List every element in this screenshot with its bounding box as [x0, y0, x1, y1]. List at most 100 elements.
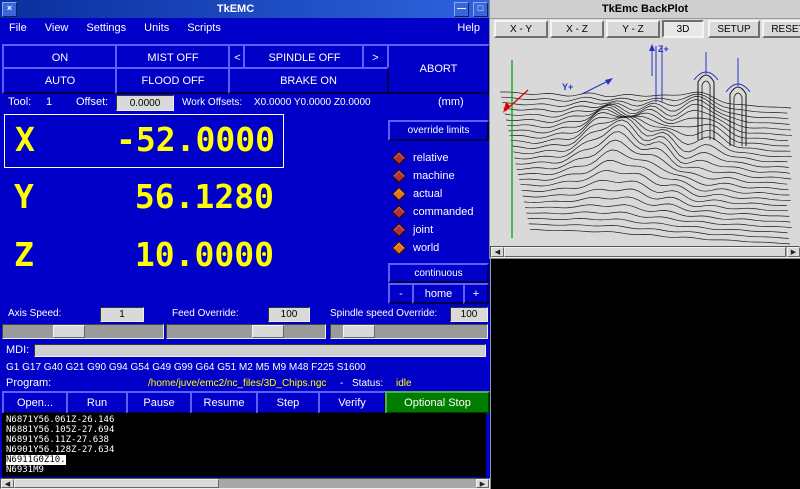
radio-joint[interactable]: joint — [394, 222, 433, 238]
program-path: /home/juve/emc2/nc_files/3D_Chips.ngc — [148, 378, 326, 389]
radio-commanded[interactable]: commanded — [394, 204, 474, 220]
menu-help[interactable]: Help — [447, 18, 490, 38]
listing-active-line: N6911G0Z10. — [6, 455, 66, 465]
radio-relative-label: relative — [413, 152, 448, 164]
spindle-override-value: 100 — [450, 307, 488, 322]
z-axis-label: Z+ — [658, 44, 669, 54]
mdi-input[interactable] — [34, 344, 486, 357]
menu-units[interactable]: Units — [135, 18, 178, 38]
listing-line: N6881Y56.105Z-27.694 — [6, 425, 482, 435]
scrollbar-thumb[interactable] — [504, 247, 786, 257]
jog-plus-button[interactable]: + — [463, 283, 489, 304]
axis-speed-slider-handle[interactable] — [53, 325, 85, 338]
radio-commanded-label: commanded — [413, 206, 474, 218]
tkemc-window: × TkEMC — □ File View Settings Units Scr… — [0, 0, 490, 489]
work-offsets-label: Work Offsets: — [182, 97, 242, 108]
radio-actual-label: actual — [413, 188, 442, 200]
feed-override-slider[interactable] — [166, 324, 326, 339]
tab-setup[interactable]: SETUP — [708, 20, 760, 38]
dro-axis-z[interactable]: Z 10.0000 — [4, 230, 282, 282]
dro-z-letter: Z — [14, 235, 34, 274]
tool-value: 1 — [46, 96, 52, 108]
tool-label: Tool: — [8, 96, 31, 108]
backplot-title: TkEmc BackPlot — [602, 3, 688, 15]
program-listing[interactable]: N6871Y56.061Z-26.146 N6881Y56.105Z-27.69… — [2, 413, 486, 477]
radio-world[interactable]: world — [394, 240, 439, 256]
program-separator: - — [340, 378, 343, 389]
jog-minus-button[interactable]: - — [388, 283, 414, 304]
radio-machine-label: machine — [413, 170, 455, 182]
dro-y-letter: Y — [14, 177, 34, 216]
radio-diamond-icon — [392, 169, 406, 183]
maximize-icon[interactable]: □ — [473, 2, 488, 17]
axis-speed-slider[interactable] — [2, 324, 164, 339]
program-label: Program: — [6, 377, 51, 389]
radio-diamond-icon — [392, 241, 406, 255]
mdi-label: MDI: — [6, 344, 29, 356]
pause-button[interactable]: Pause — [126, 391, 192, 414]
scrollbar-thumb[interactable] — [14, 479, 219, 488]
optional-stop-button[interactable]: Optional Stop — [385, 391, 490, 414]
listing-line: N6901Y56.128Z-27.634 — [6, 445, 482, 455]
backplot-wireframe — [490, 40, 800, 246]
menu-settings[interactable]: Settings — [77, 18, 135, 38]
program-status-label: Status: — [352, 378, 383, 389]
run-button[interactable]: Run — [66, 391, 128, 414]
listing-line: N6931M9 — [6, 465, 482, 475]
dro-x-letter: X — [15, 120, 35, 159]
radio-joint-label: joint — [413, 224, 433, 236]
dro-axis-x[interactable]: X -52.0000 — [4, 114, 284, 168]
spindle-override-slider-handle[interactable] — [343, 325, 375, 338]
tkemc-hscrollbar[interactable]: ◀ ▶ — [0, 478, 490, 489]
backplot-hscrollbar[interactable]: ◀ ▶ — [490, 246, 800, 258]
radio-world-label: world — [413, 242, 439, 254]
verify-button[interactable]: Verify — [318, 391, 386, 414]
menu-file[interactable]: File — [0, 18, 36, 38]
units-label: (mm) — [438, 96, 464, 108]
tkemc-titlebar[interactable]: × TkEMC — □ — [0, 0, 490, 18]
abort-button[interactable]: ABORT — [387, 44, 490, 94]
backplot-canvas[interactable]: Z+ Y+ — [490, 40, 800, 246]
feed-override-value: 100 — [268, 307, 310, 322]
spindle-override-slider[interactable] — [330, 324, 488, 339]
resume-button[interactable]: Resume — [190, 391, 258, 414]
scroll-right-icon[interactable]: ▶ — [476, 479, 489, 488]
dro-axis-y[interactable]: Y 56.1280 — [4, 172, 282, 224]
flood-button[interactable]: FLOOD OFF — [115, 67, 231, 94]
scroll-left-icon[interactable]: ◀ — [491, 247, 504, 257]
window-title: TkEMC — [19, 3, 452, 15]
menubar: File View Settings Units Scripts Help — [0, 18, 490, 38]
radio-relative[interactable]: relative — [394, 150, 448, 166]
backplot-window: TkEmc BackPlot X - Y X - Z Y - Z 3D SETU… — [490, 0, 800, 258]
jog-mode-dropdown[interactable]: continuous — [388, 263, 489, 283]
override-limits-button[interactable]: override limits — [388, 120, 489, 141]
y-axis-label: Y+ — [562, 82, 573, 92]
axis-speed-label: Axis Speed: — [8, 308, 61, 319]
scroll-left-icon[interactable]: ◀ — [1, 479, 14, 488]
backplot-titlebar[interactable]: TkEmc BackPlot — [490, 0, 800, 19]
menu-scripts[interactable]: Scripts — [178, 18, 230, 38]
tab-xy[interactable]: X - Y — [494, 20, 548, 38]
close-icon[interactable]: × — [2, 2, 17, 17]
open-button[interactable]: Open... — [2, 391, 68, 414]
dro-y-value: 56.1280 — [135, 177, 274, 216]
tab-xz[interactable]: X - Z — [550, 20, 604, 38]
step-button[interactable]: Step — [256, 391, 320, 414]
feed-override-slider-handle[interactable] — [252, 325, 284, 338]
radio-machine[interactable]: machine — [394, 168, 455, 184]
brake-button[interactable]: BRAKE ON — [228, 67, 389, 94]
axis-speed-value: 1 — [100, 307, 144, 322]
home-button[interactable]: home — [412, 283, 465, 304]
tab-yz[interactable]: Y - Z — [606, 20, 660, 38]
offset-label: Offset: — [76, 96, 108, 108]
backplot-tabs: X - Y X - Z Y - Z 3D SETUP RESET — [490, 18, 800, 40]
radio-diamond-icon — [392, 151, 406, 165]
tab-3d[interactable]: 3D — [662, 20, 704, 38]
minimize-icon[interactable]: — — [454, 2, 469, 17]
spindle-override-label: Spindle speed Override: — [330, 308, 437, 319]
radio-actual[interactable]: actual — [394, 186, 442, 202]
menu-view[interactable]: View — [36, 18, 78, 38]
auto-button[interactable]: AUTO — [2, 67, 118, 94]
scroll-right-icon[interactable]: ▶ — [787, 247, 800, 257]
tab-reset[interactable]: RESET — [762, 20, 800, 38]
